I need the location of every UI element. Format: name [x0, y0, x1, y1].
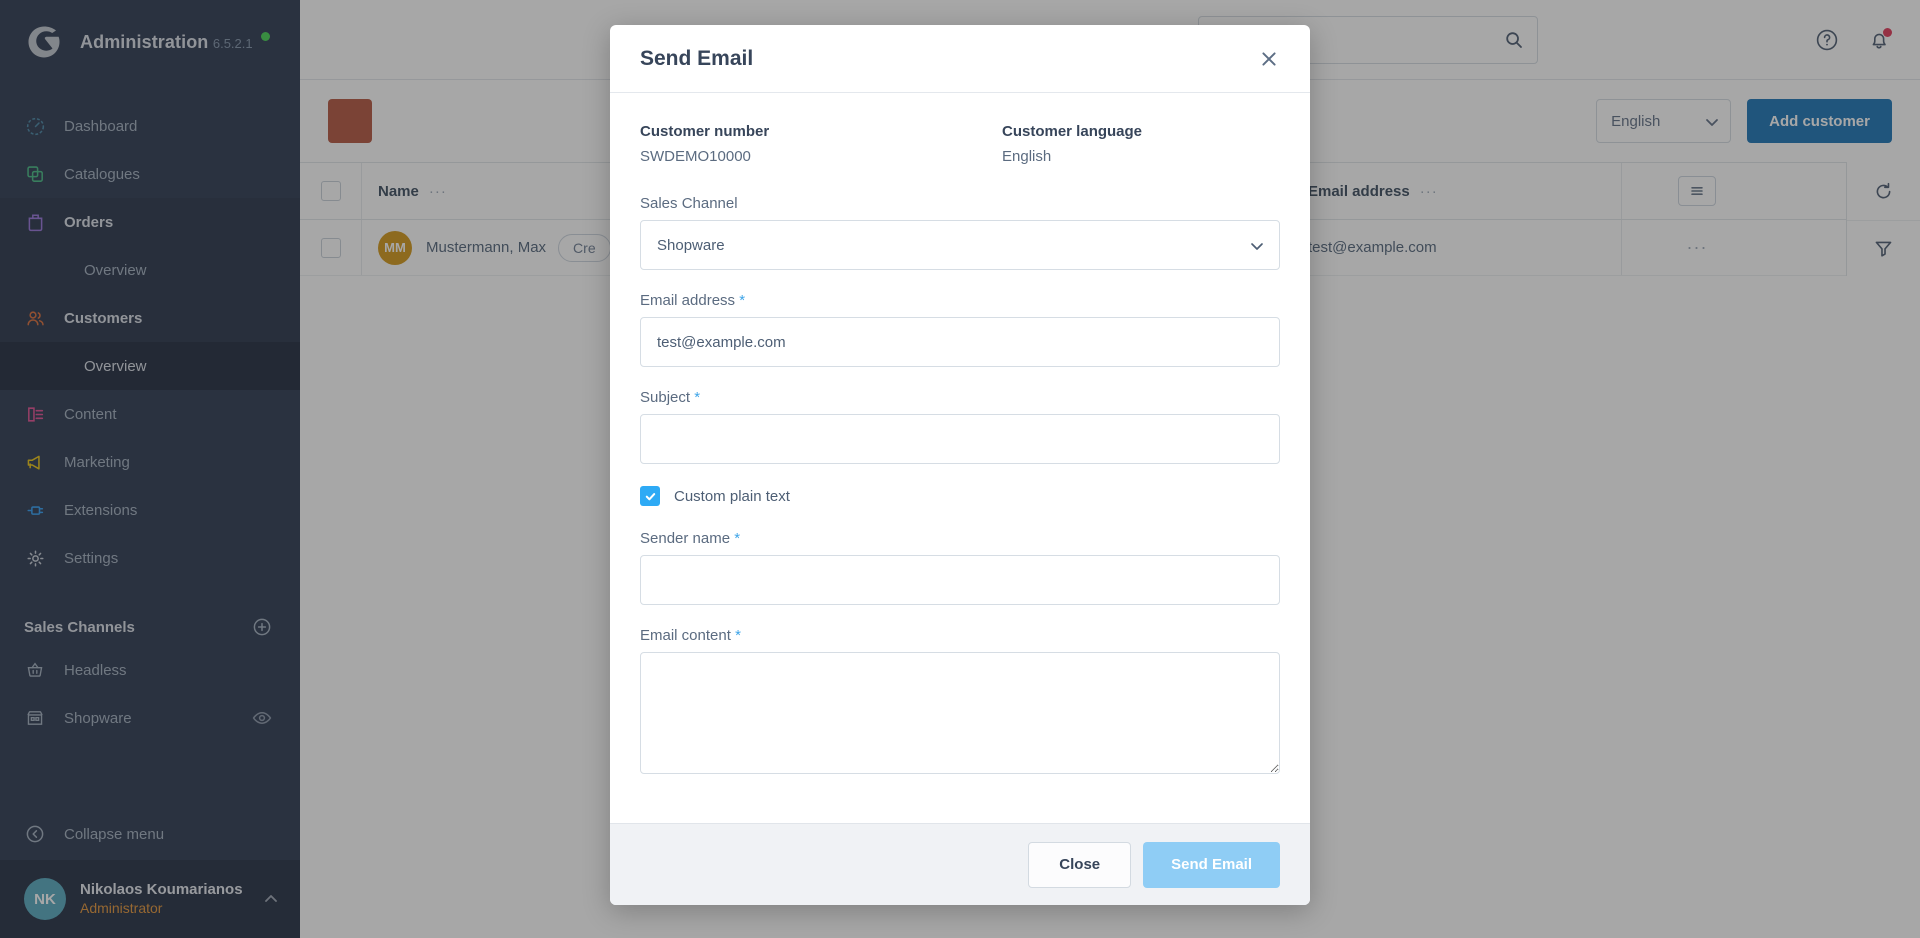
customer-info-grid: Customer number SWDEMO10000 Customer lan… — [640, 121, 1280, 169]
sender-name-label-text: Sender name — [640, 530, 731, 547]
email-address-label: Email address * — [640, 292, 1280, 309]
email-content-textarea[interactable] — [640, 652, 1280, 774]
close-icon[interactable] — [1258, 48, 1280, 70]
custom-plain-text-label: Custom plain text — [674, 487, 790, 505]
sender-name-field: Sender name * — [640, 530, 1280, 605]
required-marker: * — [734, 530, 741, 547]
modal-footer: Close Send Email — [610, 823, 1310, 905]
subject-field: Subject * — [640, 389, 1280, 464]
sales-channel-select[interactable]: Shopware — [640, 220, 1280, 270]
email-address-input[interactable] — [640, 317, 1280, 367]
modal-body: Customer number SWDEMO10000 Customer lan… — [610, 93, 1310, 823]
send-email-modal: Send Email Customer number SWDEMO10000 C… — [610, 25, 1310, 905]
customer-language-block: Customer language English — [960, 121, 1280, 169]
customer-language-label: Customer language — [1002, 123, 1143, 140]
modal-header: Send Email — [610, 25, 1310, 93]
email-content-field: Email content * — [640, 627, 1280, 779]
customer-language-value: English — [1002, 148, 1052, 165]
subject-label: Subject * — [640, 389, 1280, 406]
email-address-field: Email address * — [640, 292, 1280, 367]
required-marker: * — [739, 292, 746, 309]
email-address-label-text: Email address — [640, 292, 736, 309]
modal-title: Send Email — [640, 46, 754, 70]
sender-name-label: Sender name * — [640, 530, 1280, 547]
custom-plain-text-row[interactable]: Custom plain text — [640, 486, 1280, 506]
required-marker: * — [735, 627, 741, 644]
email-content-label: Email content * — [640, 627, 1280, 644]
email-content-label-text: Email content — [640, 627, 731, 644]
custom-plain-text-checkbox[interactable] — [640, 486, 660, 506]
app-root: Administration 6.5.2.1 Dashboard Catalog… — [0, 0, 1920, 938]
send-email-button[interactable]: Send Email — [1143, 841, 1280, 888]
customer-number-value: SWDEMO10000 — [640, 148, 751, 165]
sales-channel-select-wrap: Shopware — [640, 220, 1280, 270]
sender-name-input[interactable] — [640, 555, 1280, 605]
subject-label-text: Subject — [640, 389, 691, 406]
required-marker: * — [694, 389, 701, 406]
customer-number-block: Customer number SWDEMO10000 — [640, 121, 960, 169]
sales-channel-label: Sales Channel — [640, 195, 738, 212]
subject-input[interactable] — [640, 414, 1280, 464]
sales-channel-field: Sales Channel Shopware — [640, 195, 1280, 270]
customer-number-label: Customer number — [640, 123, 770, 140]
close-button[interactable]: Close — [1028, 841, 1132, 888]
